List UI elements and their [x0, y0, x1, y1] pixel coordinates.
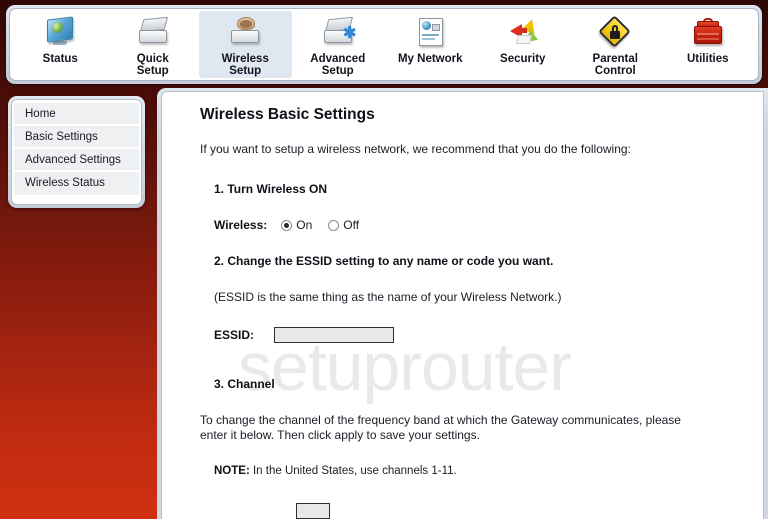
essid-input[interactable]	[274, 327, 395, 343]
toolbar-item-label: Advanced Setup	[310, 53, 366, 77]
step1-heading: 1. Turn Wireless ON	[214, 182, 328, 196]
main-panel-inner: setuprouter Wireless Basic Settings If y…	[161, 91, 764, 519]
radio-off-indicator	[328, 219, 340, 231]
radio-on-indicator	[281, 219, 293, 231]
channel-note: NOTE: In the United States, use channels…	[214, 465, 763, 477]
wireless-radio-off[interactable]: Off	[328, 218, 359, 232]
sidebar-item-wireless-status[interactable]: Wireless Status	[14, 172, 139, 195]
channel-note-text: In the United States, use channels 1-11.	[249, 465, 457, 477]
essid-field-label: ESSID:	[214, 328, 255, 342]
top-toolbar-inner: Status Quick Setup Wireless Setup ✱ Adva…	[9, 8, 759, 81]
intro-text: If you want to setup a wireless network,…	[200, 142, 631, 156]
channel-description: To change the channel of the frequency b…	[200, 413, 681, 442]
toolbar-item-advanced-setup[interactable]: ✱ Advanced Setup	[292, 11, 385, 78]
essid-explanation: (ESSID is the same thing as the name of …	[214, 290, 562, 304]
wireless-setup-icon	[225, 15, 265, 51]
toolbar-item-status[interactable]: Status	[14, 11, 107, 78]
toolbar-item-wireless-setup[interactable]: Wireless Setup	[199, 11, 292, 78]
quick-setup-icon	[133, 15, 173, 51]
toolbar-item-security[interactable]: Security	[477, 11, 570, 78]
toolbar-item-utilities[interactable]: Utilities	[662, 11, 755, 78]
toolbar-item-label: Utilities	[686, 53, 729, 65]
security-icon	[503, 15, 543, 51]
utilities-toolbox-icon	[688, 15, 728, 51]
top-toolbar: Status Quick Setup Wireless Setup ✱ Adva…	[6, 5, 762, 84]
toolbar-item-label: Parental Control	[592, 53, 638, 77]
toolbar-item-quick-setup[interactable]: Quick Setup	[107, 11, 200, 78]
my-network-icon	[410, 15, 450, 51]
toolbar-item-my-network[interactable]: My Network	[384, 11, 477, 78]
page-title: Wireless Basic Settings	[200, 106, 375, 123]
toolbar-item-label: Security	[500, 53, 546, 65]
toolbar-item-label: Quick Setup	[136, 53, 169, 77]
radio-off-label: Off	[343, 218, 360, 232]
wireless-field-label: Wireless:	[214, 218, 268, 232]
sidebar-item-home[interactable]: Home	[14, 103, 139, 126]
sidebar-inner: Home Basic Settings Advanced Settings Wi…	[11, 99, 142, 205]
toolbar-item-label: Status	[42, 53, 78, 65]
parental-control-icon	[595, 15, 635, 51]
radio-on-label: On	[296, 218, 313, 232]
channel-input[interactable]	[296, 503, 330, 519]
status-monitor-icon	[40, 15, 80, 51]
sidebar-item-basic-settings[interactable]: Basic Settings	[14, 126, 139, 149]
essid-row: ESSID:	[214, 327, 763, 343]
wireless-radio-row: Wireless: On Off	[214, 218, 763, 232]
sidebar: Home Basic Settings Advanced Settings Wi…	[8, 96, 145, 208]
advanced-setup-icon: ✱	[318, 15, 358, 51]
channel-note-label: NOTE:	[214, 465, 250, 477]
step2-heading: 2. Change the ESSID setting to any name …	[214, 254, 554, 268]
toolbar-item-label: Wireless Setup	[221, 53, 269, 77]
main-panel: setuprouter Wireless Basic Settings If y…	[157, 88, 768, 519]
toolbar-item-label: My Network	[397, 53, 463, 65]
sidebar-item-advanced-settings[interactable]: Advanced Settings	[14, 149, 139, 172]
toolbar-item-parental-control[interactable]: Parental Control	[569, 11, 662, 78]
wireless-radio-on[interactable]: On	[281, 218, 312, 232]
step3-heading: 3. Channel	[214, 377, 275, 391]
main-content: Wireless Basic Settings If you want to s…	[200, 106, 763, 519]
